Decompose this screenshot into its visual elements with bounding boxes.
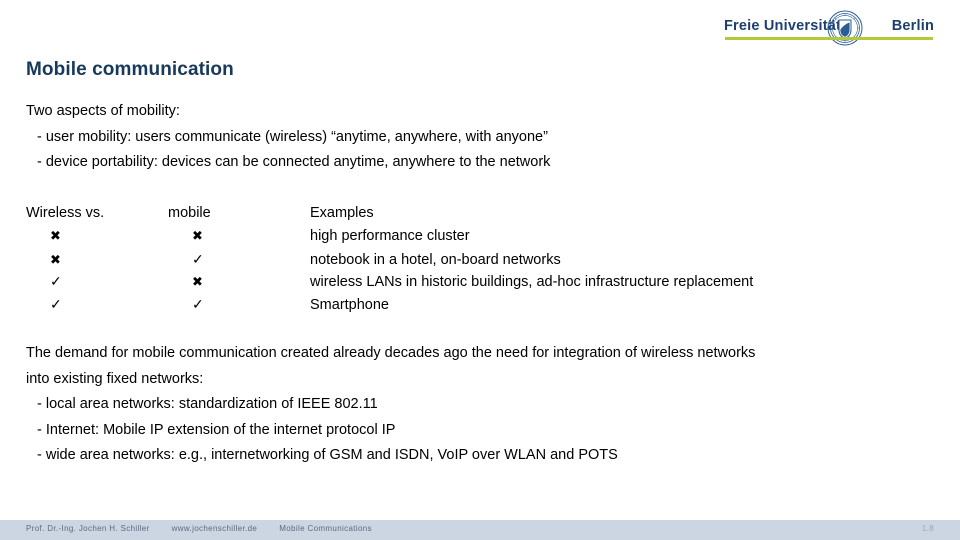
logo-word-right: Berlin bbox=[891, 18, 934, 34]
demand-block: The demand for mobile communication crea… bbox=[26, 341, 938, 469]
column-header-wireless: Wireless vs. bbox=[26, 205, 105, 221]
intro-block: Two aspects of mobility: - user mobility… bbox=[26, 99, 926, 176]
example-text: notebook in a hotel, on-board networks bbox=[310, 251, 561, 268]
demand-paragraph-line-1: The demand for mobile communication crea… bbox=[26, 345, 756, 361]
footer-website[interactable]: www.jochenschiller.de bbox=[172, 524, 258, 533]
university-logo: Freie Universität Berlin bbox=[724, 10, 934, 46]
footer-course: Mobile Communications bbox=[279, 524, 372, 533]
demand-bullet-internet: - Internet: Mobile IP extension of the i… bbox=[37, 421, 396, 438]
table-header-row: Wireless vs. mobile Examples bbox=[26, 202, 936, 225]
wireless-mark-cross: ✖ bbox=[50, 251, 61, 267]
mobile-mark-check: ✓ bbox=[192, 296, 204, 313]
footer-bar: Prof. Dr.-Ing. Jochen H. Schiller www.jo… bbox=[0, 520, 960, 540]
logo-accent-rule bbox=[725, 37, 933, 40]
wireless-mark-check: ✓ bbox=[50, 296, 62, 313]
mobile-mark-cross: ✖ bbox=[192, 274, 203, 290]
fu-berlin-seal-icon bbox=[827, 10, 863, 46]
mobile-mark-check: ✓ bbox=[192, 250, 204, 267]
wireless-mark-check: ✓ bbox=[50, 273, 62, 290]
demand-bullet-wan: - wide area networks: e.g., internetwork… bbox=[37, 447, 618, 463]
table-row: ✓ ✓ Smartphone bbox=[26, 293, 936, 316]
comparison-table: Wireless vs. mobile Examples ✖ ✖ high pe… bbox=[26, 202, 936, 316]
intro-heading: Two aspects of mobility: bbox=[26, 103, 180, 119]
intro-line-device-portability: - device portability: devices can be con… bbox=[37, 154, 551, 170]
wireless-mark-cross: ✖ bbox=[50, 227, 61, 243]
demand-paragraph-line-2: into existing fixed networks: bbox=[26, 370, 204, 387]
example-text: wireless LANs in historic buildings, ad-… bbox=[310, 274, 754, 291]
demand-bullet-lan: - local area networks: standardization o… bbox=[37, 396, 378, 412]
example-text: high performance cluster bbox=[310, 227, 470, 244]
column-header-mobile: mobile bbox=[168, 205, 211, 221]
table-row: ✓ ✖ wireless LANs in historic buildings,… bbox=[26, 270, 936, 293]
table-row: ✖ ✓ notebook in a hotel, on-board networ… bbox=[26, 248, 936, 271]
footer-credits: Prof. Dr.-Ing. Jochen H. Schiller www.jo… bbox=[26, 524, 394, 533]
footer-author: Prof. Dr.-Ing. Jochen H. Schiller bbox=[26, 524, 150, 533]
footer-page-number: 1.8 bbox=[921, 524, 934, 533]
column-header-examples: Examples bbox=[310, 205, 374, 221]
table-row: ✖ ✖ high performance cluster bbox=[26, 225, 936, 248]
mobile-mark-cross: ✖ bbox=[192, 227, 203, 243]
logo-word-left: Freie Universität bbox=[724, 18, 842, 34]
page-title: Mobile communication bbox=[26, 59, 234, 80]
example-text: Smartphone bbox=[310, 297, 389, 314]
intro-line-user-mobility: - user mobility: users communicate (wire… bbox=[37, 128, 548, 145]
